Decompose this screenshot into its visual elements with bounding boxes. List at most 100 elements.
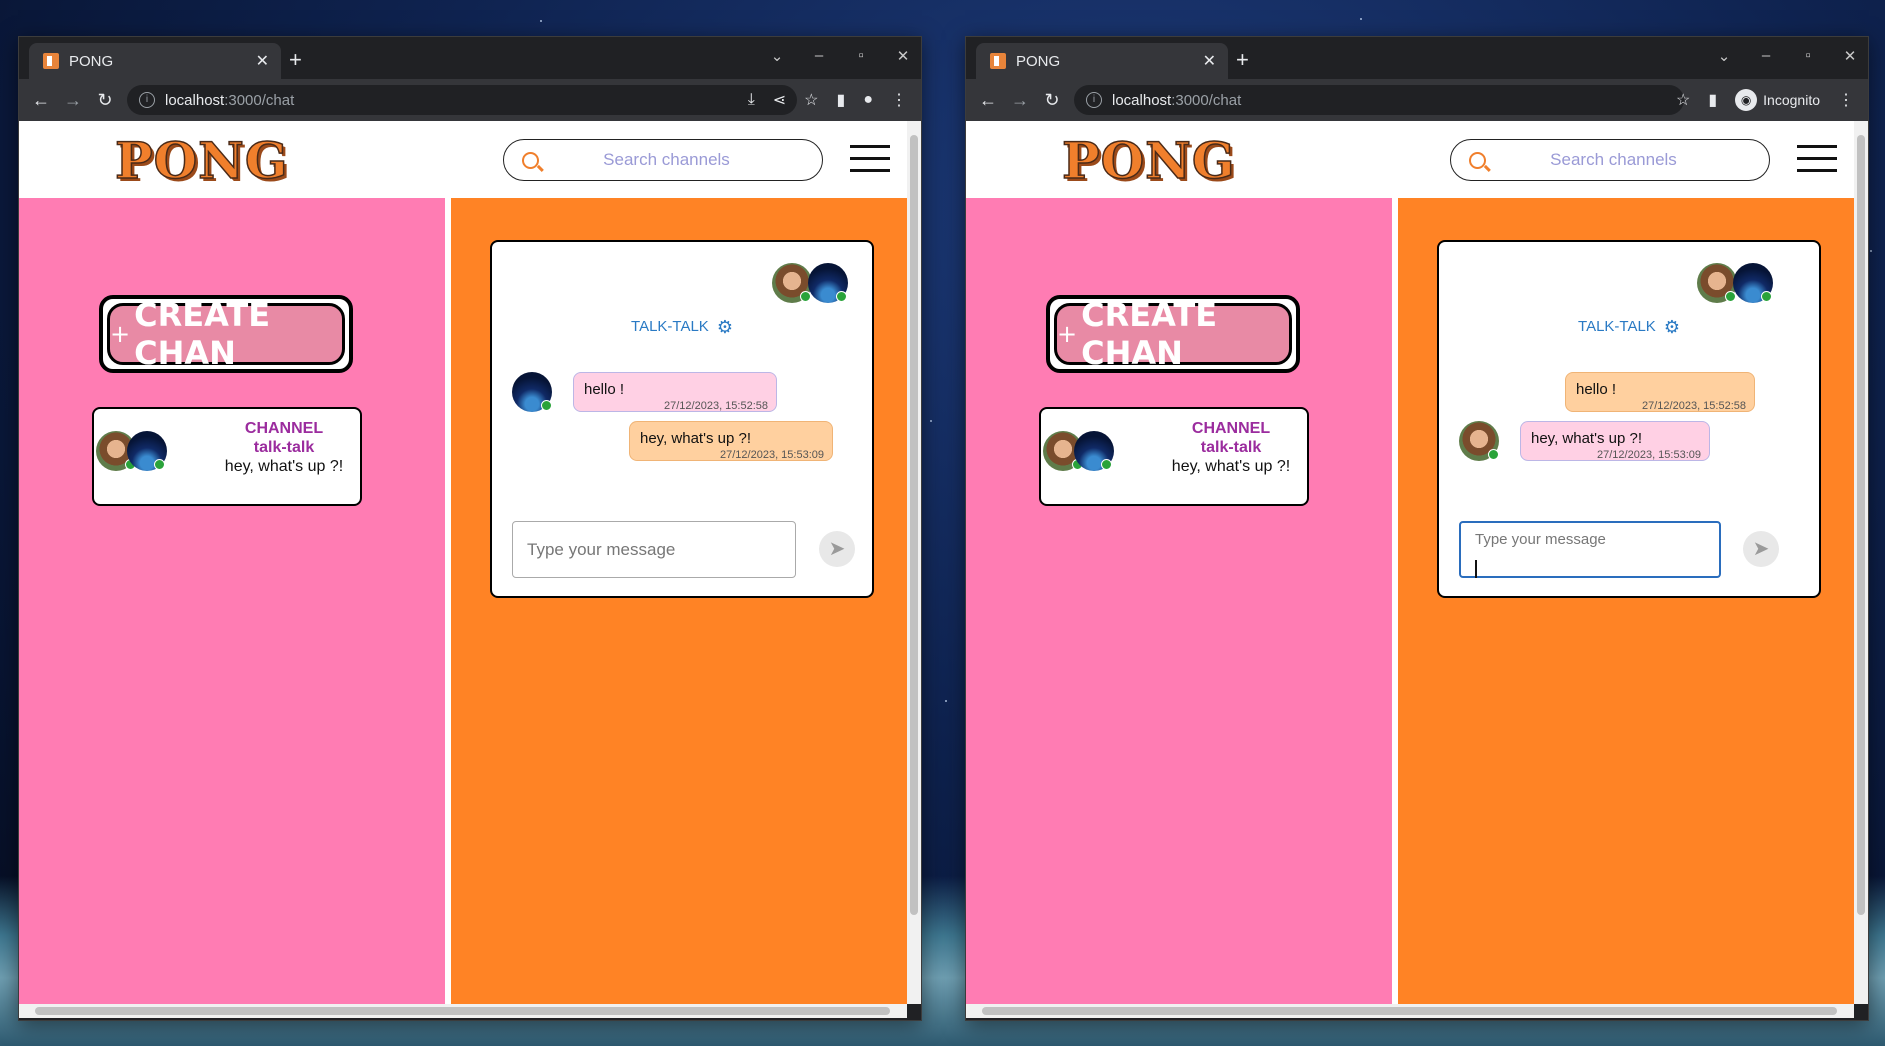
menu-kebab-icon[interactable]: ⋮ — [1838, 90, 1854, 110]
back-icon[interactable]: ← — [25, 90, 57, 111]
message-input[interactable] — [1459, 521, 1721, 578]
minimize-button[interactable]: – — [811, 47, 827, 65]
channel-last-message: hey, what's up ?! — [224, 458, 344, 475]
channel-kind: CHANNEL — [244, 420, 324, 437]
message-time: 27/12/2023, 15:52:58 — [664, 400, 768, 412]
online-status-dot — [154, 459, 165, 470]
create-channel-button[interactable]: + CREATE CHAN — [1046, 295, 1300, 373]
channel-search — [503, 139, 823, 181]
new-tab-button[interactable]: + — [1236, 47, 1249, 73]
incognito-label: Incognito — [1763, 92, 1820, 108]
address-bar[interactable]: i localhost:3000/chat — [1074, 85, 1684, 115]
favicon-icon — [990, 53, 1006, 69]
online-status-dot — [800, 291, 811, 302]
browser-toolbar: ← → ↻ i localhost:3000/chat ☆ ▮ ◉ Incogn… — [966, 79, 1868, 121]
browser-tab[interactable]: PONG ✕ — [976, 43, 1228, 79]
share-icon[interactable]: ⋖ — [773, 90, 786, 110]
bookmark-star-icon[interactable]: ☆ — [1676, 90, 1690, 110]
forward-icon[interactable]: → — [57, 90, 89, 111]
message-text: hey, what's up ?! — [1531, 430, 1642, 447]
menu-kebab-icon[interactable]: ⋮ — [891, 90, 907, 110]
message-bubble: hello ! 27/12/2023, 15:52:58 — [573, 372, 777, 412]
close-window-button[interactable]: ✕ — [1842, 47, 1858, 65]
vertical-scrollbar[interactable] — [907, 121, 921, 1004]
message-input[interactable] — [512, 521, 796, 578]
browser-window-left: PONG ✕ + ⌄ – ▫ ✕ ← → ↻ i localhost:3000/… — [18, 36, 922, 1021]
bookmark-star-icon[interactable]: ☆ — [804, 90, 818, 110]
incognito-icon: ◉ — [1735, 89, 1758, 111]
browser-tab[interactable]: PONG ✕ — [29, 43, 281, 79]
close-window-button[interactable]: ✕ — [895, 47, 911, 65]
page-viewport: PONG + CREATE CHAN CHANNEL — [19, 121, 907, 1004]
minimize-button[interactable]: – — [1758, 47, 1774, 65]
search-input[interactable] — [539, 149, 794, 171]
reload-icon[interactable]: ↻ — [89, 90, 121, 111]
incognito-indicator[interactable]: ◉ Incognito — [1735, 89, 1820, 111]
address-bar[interactable]: i localhost:3000/chat — [127, 85, 797, 115]
maximize-button[interactable]: ▫ — [853, 47, 869, 65]
plus-icon: + — [110, 320, 131, 348]
hamburger-menu-icon[interactable] — [1797, 145, 1837, 181]
side-panel-icon[interactable]: ▮ — [1708, 90, 1717, 110]
create-channel-label: CREATE CHAN — [134, 296, 271, 372]
pong-logo[interactable]: PONG — [1061, 130, 1236, 191]
online-status-dot — [836, 291, 847, 302]
message-bubble: hello ! 27/12/2023, 15:52:58 — [1565, 372, 1755, 412]
tab-title: PONG — [69, 52, 114, 70]
create-channel-button[interactable]: + CREATE CHAN — [99, 295, 353, 373]
horizontal-scrollbar[interactable] — [966, 1004, 1854, 1018]
pong-logo[interactable]: PONG — [114, 130, 289, 191]
url-host: localhost — [1112, 91, 1172, 109]
hamburger-menu-icon[interactable] — [850, 145, 890, 181]
gear-icon[interactable]: ⚙ — [717, 317, 733, 338]
profile-icon[interactable]: ● — [863, 91, 873, 109]
message-bubble: hey, what's up ?! 27/12/2023, 15:53:09 — [629, 421, 833, 461]
text-caret — [1475, 560, 1477, 578]
reload-icon[interactable]: ↻ — [1036, 90, 1068, 111]
url-host: localhost — [165, 91, 225, 109]
send-icon[interactable]: ➤ — [1743, 531, 1779, 567]
online-status-dot — [1488, 449, 1499, 460]
online-status-dot — [1101, 459, 1112, 470]
vertical-scrollbar[interactable] — [1854, 121, 1868, 1004]
browser-window-right: PONG ✕ + ⌄ – ▫ ✕ ← → ↻ i localhost:3000/… — [965, 36, 1869, 1021]
message-text: hello ! — [1576, 381, 1617, 398]
tab-search-icon[interactable]: ⌄ — [769, 47, 785, 65]
maximize-button[interactable]: ▫ — [1800, 47, 1816, 65]
message-text: hey, what's up ?! — [640, 430, 751, 447]
side-panel-icon[interactable]: ▮ — [837, 90, 846, 110]
search-icon — [1469, 151, 1486, 169]
install-icon[interactable]: ⤓ — [748, 91, 755, 109]
message-time: 27/12/2023, 15:53:09 — [720, 449, 824, 461]
online-status-dot — [541, 400, 552, 411]
url-path: :3000/chat — [1171, 91, 1242, 109]
channel-card[interactable]: CHANNEL talk-talk hey, what's up ?! — [1039, 407, 1309, 506]
search-input[interactable] — [1486, 149, 1741, 171]
new-tab-button[interactable]: + — [289, 47, 302, 73]
site-info-icon[interactable]: i — [1086, 92, 1102, 108]
tab-close-icon[interactable]: ✕ — [256, 51, 269, 71]
browser-toolbar: ← → ↻ i localhost:3000/chat ⤓ ⋖ ☆ ▮ ● ⋮ — [19, 79, 921, 121]
channel-list-panel: + CREATE CHAN CHANNEL talk-talk hey, wha… — [966, 198, 1392, 1004]
tab-close-icon[interactable]: ✕ — [1203, 51, 1216, 71]
message-time: 27/12/2023, 15:53:09 — [1597, 449, 1701, 461]
channel-card[interactable]: CHANNEL talk-talk hey, what's up ?! — [92, 407, 362, 506]
tab-title: PONG — [1016, 52, 1061, 70]
gear-icon[interactable]: ⚙ — [1664, 317, 1680, 338]
horizontal-scrollbar[interactable] — [19, 1004, 907, 1018]
tab-search-icon[interactable]: ⌄ — [1716, 47, 1732, 65]
chat-title[interactable]: TALK-TALK — [1578, 318, 1656, 335]
chat-window: TALK-TALK ⚙ hello ! 27/12/2023, 15:52:58 … — [1437, 240, 1821, 598]
site-info-icon[interactable]: i — [139, 92, 155, 108]
message-text: hello ! — [584, 381, 625, 398]
channel-last-message: hey, what's up ?! — [1171, 458, 1291, 475]
search-icon — [522, 151, 539, 169]
tab-strip: PONG ✕ + ⌄ – ▫ ✕ — [19, 37, 921, 79]
url-path: :3000/chat — [224, 91, 295, 109]
forward-icon[interactable]: → — [1004, 90, 1036, 111]
back-icon[interactable]: ← — [972, 90, 1004, 111]
app-header: PONG — [19, 121, 907, 198]
send-icon[interactable]: ➤ — [819, 531, 855, 567]
chat-title[interactable]: TALK-TALK — [631, 318, 709, 335]
channel-search — [1450, 139, 1770, 181]
